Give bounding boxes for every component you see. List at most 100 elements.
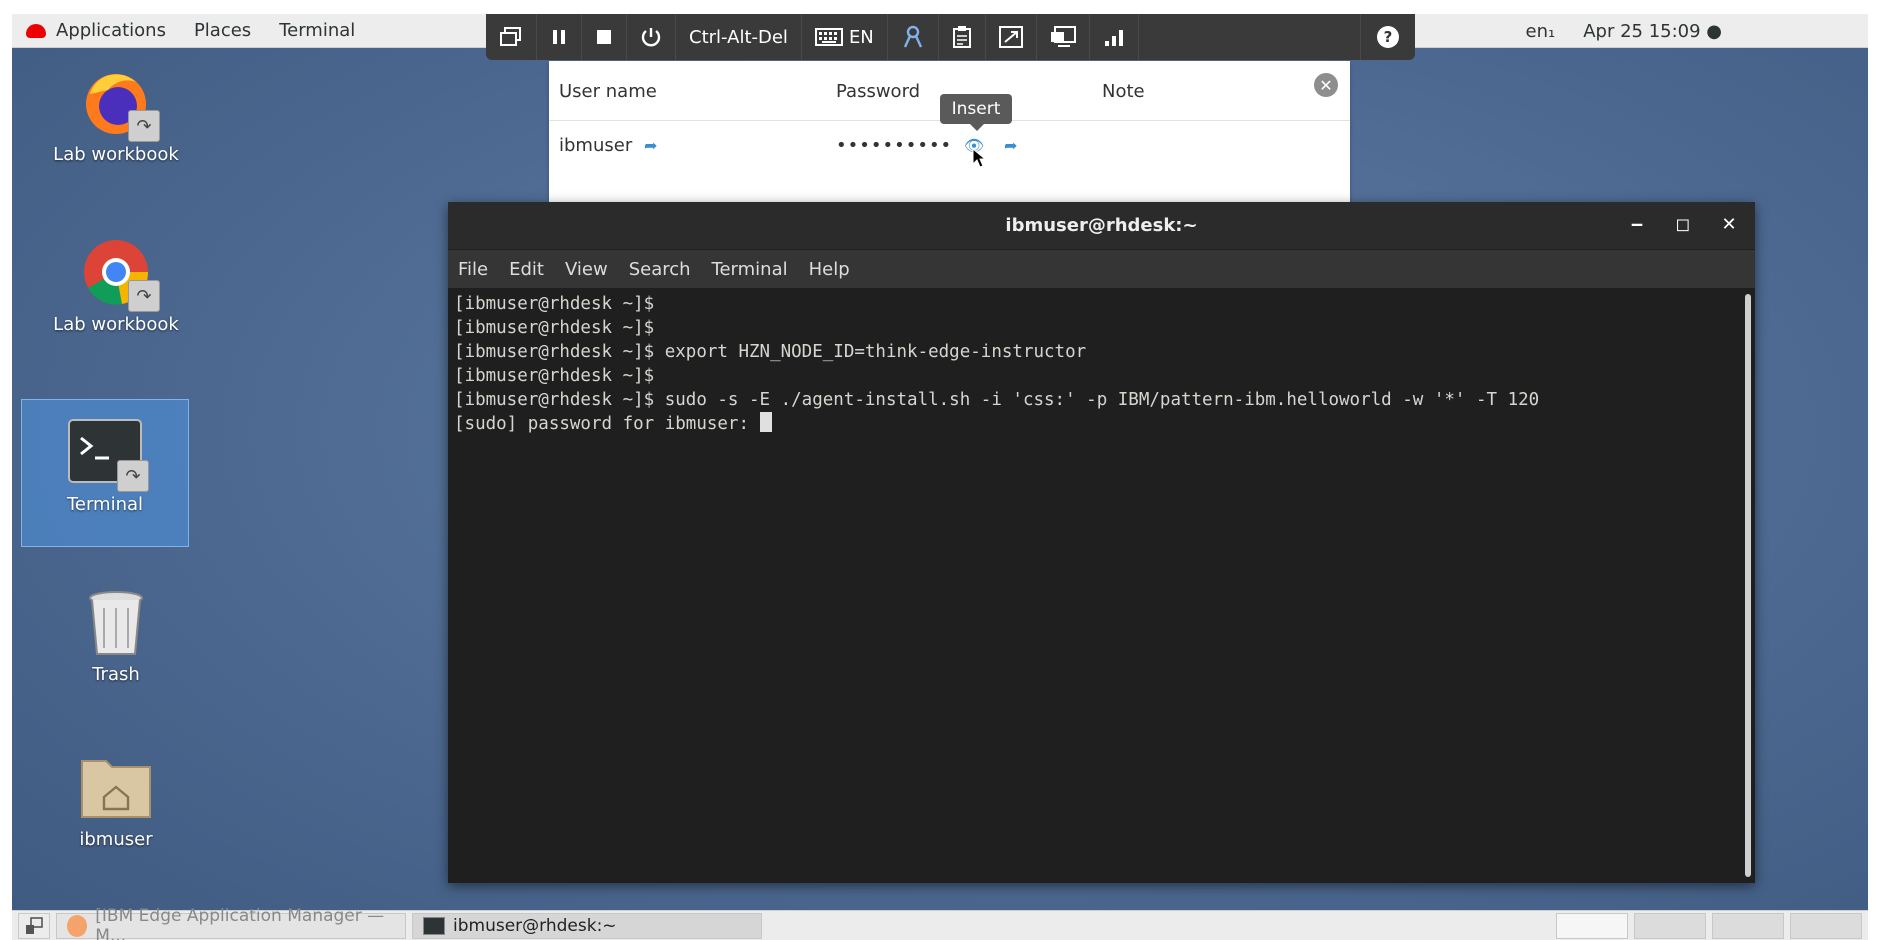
desktop-icon-label: Trash [92, 664, 140, 685]
volume-icon[interactable] [1788, 20, 1816, 42]
minimize-icon[interactable]: ‒ [1625, 214, 1649, 235]
desktop-icon-terminal[interactable]: ↷ Terminal [21, 399, 189, 547]
terminal-icon: ↷ [67, 414, 149, 492]
desktop-icon-trash[interactable]: Trash [32, 584, 200, 685]
terminal-line: [ibmuser@rhdesk ~]$ [454, 294, 655, 314]
remote-desktop-screen: Applications Places Terminal en₁ Apr 25 … [12, 14, 1868, 940]
insert-password-icon[interactable]: ➦ [1004, 136, 1017, 155]
power-icon[interactable] [1832, 20, 1860, 42]
chrome-icon: ↷ [78, 234, 160, 312]
windows-icon [500, 27, 521, 46]
connection-quality-button[interactable] [1090, 14, 1139, 60]
clipboard-button[interactable] [939, 14, 986, 60]
stop-icon [597, 30, 611, 44]
applications-menu[interactable]: Applications [12, 14, 180, 47]
insert-username-icon[interactable]: ➦ [644, 136, 657, 155]
terminal-window: ibmuser@rhdesk:~ ‒ ◻ ✕ File Edit View Se… [448, 202, 1755, 883]
close-icon[interactable]: ✕ [1717, 214, 1741, 235]
display-icon [1050, 26, 1076, 47]
taskbar-item-terminal[interactable]: ibmuser@rhdesk:~ [412, 912, 762, 939]
menu-terminal[interactable]: Terminal [712, 259, 788, 280]
terminal-menubar: File Edit View Search Terminal Help [448, 250, 1755, 288]
terminal-titlebar[interactable]: ibmuser@rhdesk:~ ‒ ◻ ✕ [448, 202, 1755, 250]
maximize-icon[interactable]: ◻ [1671, 214, 1695, 235]
menu-search[interactable]: Search [629, 259, 691, 280]
ctrl-alt-del-button[interactable]: Ctrl-Alt-Del [676, 14, 802, 60]
workspace-1[interactable] [1556, 912, 1628, 939]
pause-button[interactable] [537, 14, 582, 60]
terminal-line: [ibmuser@rhdesk ~]$ export HZN_NODE_ID=t… [454, 342, 1087, 362]
menu-help[interactable]: Help [809, 259, 850, 280]
taskbar-item-label: ibmuser@rhdesk:~ [453, 915, 617, 936]
remote-console-toolbar: Ctrl-Alt-Del EN ? [486, 14, 1415, 60]
workspace-2[interactable] [1634, 912, 1706, 939]
scale-display-button[interactable] [1037, 14, 1090, 60]
pause-icon [553, 30, 565, 44]
insert-tooltip: Insert [940, 94, 1012, 131]
note-column-header: Note [1102, 81, 1145, 102]
menu-file[interactable]: File [458, 259, 488, 280]
network-icon[interactable] [1744, 20, 1772, 42]
taskbar-item-label: [IBM Edge Application Manager — M... [95, 905, 385, 940]
desktop-icon-lab-workbook-chrome[interactable]: ↷ Lab workbook [32, 234, 200, 335]
firefox-icon [67, 914, 88, 937]
desktop-icon-lab-workbook-firefox[interactable]: ↷ Lab workbook [32, 64, 200, 165]
launcher-badge-icon: ↷ [128, 110, 160, 142]
terminal-output[interactable]: [ibmuser@rhdesk ~]$ [ibmuser@rhdesk ~]$ [i… [448, 288, 1755, 883]
desktop-icon-label: Terminal [66, 494, 144, 515]
close-icon[interactable]: ✕ [1314, 73, 1338, 97]
password-column-header: Password [836, 81, 921, 102]
credential-username: ibmuser ➦ [559, 135, 657, 156]
username-value: ibmuser [559, 135, 633, 156]
home-folder-icon [78, 749, 154, 825]
help-button[interactable]: ? [1360, 14, 1415, 60]
show-desktop-icon[interactable] [18, 912, 50, 939]
terminal-line: [ibmuser@rhdesk ~]$ [454, 366, 655, 386]
terminal-title: ibmuser@rhdesk:~ [1005, 215, 1198, 236]
taskbar-item-firefox[interactable]: [IBM Edge Application Manager — M... [56, 906, 406, 940]
launcher-badge-icon: ↷ [128, 280, 160, 312]
terminal-line: [ibmuser@rhdesk ~]$ [454, 318, 655, 338]
power-button[interactable] [627, 14, 676, 60]
workspace-4[interactable] [1790, 912, 1862, 939]
redhat-logo-icon [26, 23, 46, 38]
fullscreen-button[interactable] [986, 14, 1037, 60]
keyboard-language-button[interactable]: EN [802, 14, 888, 60]
workspace-switcher [1550, 912, 1862, 939]
signal-bars-icon [1104, 30, 1123, 46]
menu-view[interactable]: View [565, 259, 608, 280]
clock[interactable]: Apr 25 15:09 ● [1569, 21, 1736, 42]
switch-display-button[interactable] [486, 14, 537, 60]
help-icon: ? [1377, 26, 1399, 48]
places-label: Places [193, 20, 252, 41]
credential-password: •••••••••• 👁 ➦ [836, 135, 1017, 156]
places-menu[interactable]: Places [180, 14, 265, 47]
stop-button[interactable] [582, 14, 627, 60]
user-key-icon [903, 25, 922, 48]
credentials-panel: User name Password Note ✕ ibmuser ➦ ••••… [549, 61, 1350, 211]
desktop-icon-home-folder[interactable]: ibmuser [32, 749, 200, 850]
text-cursor [759, 412, 772, 432]
bottom-taskbar: [IBM Edge Application Manager — M... ibm… [12, 906, 1868, 940]
desktop-icon-label: Lab workbook [53, 314, 179, 335]
terminal-app-menu[interactable]: Terminal [265, 14, 369, 47]
resize-icon [998, 26, 1023, 48]
terminal-line: [ibmuser@rhdesk ~]$ sudo -s -E ./agent-i… [454, 390, 1540, 410]
workspace-3[interactable] [1712, 912, 1784, 939]
input-method-indicator[interactable]: en₁ [1512, 21, 1570, 42]
launcher-badge-icon: ↷ [117, 460, 149, 492]
clipboard-icon [952, 26, 971, 48]
sudo-prompt: [sudo] password for ibmuser: [454, 414, 760, 434]
terminal-scrollbar[interactable] [1745, 294, 1751, 877]
credentials-button[interactable] [888, 14, 939, 60]
firefox-icon: ↷ [78, 64, 160, 142]
keyboard-icon [814, 28, 843, 46]
terminal-prompt-line: [sudo] password for ibmuser: [454, 412, 1749, 436]
desktop-icon-label: ibmuser [79, 829, 153, 850]
trash-icon [78, 584, 154, 660]
desktop-icon-label: Lab workbook [53, 144, 179, 165]
password-value: •••••••••• [836, 135, 953, 156]
menu-edit[interactable]: Edit [509, 259, 544, 280]
mouse-cursor-icon [972, 148, 986, 168]
username-column-header: User name [559, 81, 657, 102]
